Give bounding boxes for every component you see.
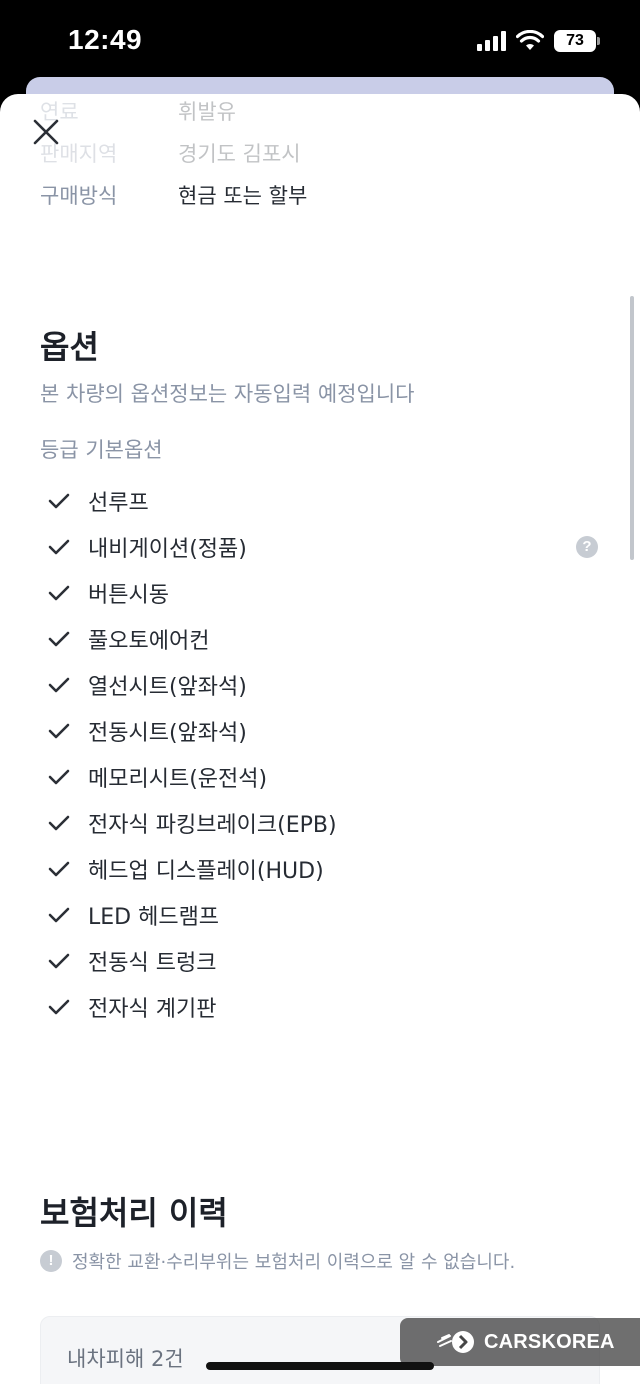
home-indicator[interactable] [206,1362,434,1370]
status-time: 12:49 [68,24,143,55]
cellular-signal-icon [477,31,506,51]
check-icon [48,585,70,601]
damage-count: 내차피해 2건 [67,1347,184,1371]
check-icon [48,999,70,1015]
info-value: 현금 또는 할부 [178,184,308,208]
info-row-purchase-method: 구매방식 현금 또는 할부 [40,180,307,210]
option-label: 열선시트(앞좌석) [88,675,247,700]
option-item: 선루프 [40,478,620,524]
info-icon: ! [40,1250,62,1272]
status-bar: 12:49 73 [0,0,640,84]
battery-icon: 73 [554,30,600,52]
info-row-fuel: 연료 휘발유 [40,96,236,126]
option-item: 열선시트(앞좌석) [40,662,620,708]
check-icon [48,631,70,647]
status-indicators: 73 [477,30,600,52]
option-item: 전동식 트렁크 [40,938,620,984]
option-item: 전자식 계기판 [40,984,620,1030]
check-icon [48,493,70,509]
option-label: 메모리시트(운전석) [88,767,268,792]
option-label: 전동시트(앞좌석) [88,721,247,746]
option-item: 풀오토에어컨 [40,616,620,662]
options-grade: 등급 기본옵션 [40,438,163,462]
insurance-notice: ! 정확한 교환·수리부위는 보험처리 이력으로 알 수 없습니다. [40,1248,515,1274]
option-item: 전동시트(앞좌석) [40,708,620,754]
check-icon [48,953,70,969]
option-item: 헤드업 디스플레이(HUD) [40,846,620,892]
check-icon [48,677,70,693]
check-icon [48,861,70,877]
option-label: 전동식 트렁크 [88,951,217,976]
options-title: 옵션 [40,328,99,366]
options-notice: 본 차량의 옵션정보는 자동입력 예정입니다 [40,382,415,406]
check-icon [48,769,70,785]
watermark-text: CARSKOREA [484,1330,615,1353]
option-label: 풀오토에어컨 [88,629,210,654]
option-label: 헤드업 디스플레이(HUD) [88,859,324,884]
option-item: 버튼시동 [40,570,620,616]
close-icon [33,119,59,145]
option-label: 내비게이션(정품) [88,537,247,562]
option-label: LED 헤드램프 [88,905,220,930]
option-list: 선루프내비게이션(정품)? 버튼시동풀오토에어컨열선시트(앞좌석) 전동시트(앞좌석… [40,478,620,1030]
info-value: 경기도 김포시 [178,142,301,166]
info-row-region: 판매지역 경기도 김포시 [40,138,301,168]
close-button[interactable] [30,116,62,148]
info-value: 휘발유 [178,100,236,124]
carskorea-logo-icon [437,1331,474,1353]
help-icon[interactable]: ? [576,536,598,558]
option-label: 선루프 [88,491,149,516]
insurance-title: 보험처리 이력 [40,1194,228,1232]
check-icon [48,723,70,739]
option-label: 전자식 파킹브레이크(EPB) [88,813,337,838]
wifi-icon [516,30,544,50]
insurance-notice-text: 정확한 교환·수리부위는 보험처리 이력으로 알 수 없습니다. [72,1252,516,1273]
option-item: 내비게이션(정품)? [40,524,620,570]
option-item: LED 헤드램프 [40,892,620,938]
option-item: 전자식 파킹브레이크(EPB) [40,800,620,846]
carskorea-watermark: CARSKOREA [400,1318,640,1366]
check-icon [48,907,70,923]
info-label: 구매방식 [40,184,118,208]
detail-sheet[interactable]: 연료 휘발유 판매지역 경기도 김포시 구매방식 현금 또는 할부 옵션 본 차… [0,94,640,1384]
option-label: 버튼시동 [88,583,169,608]
battery-level: 73 [554,30,596,52]
scrollbar[interactable] [630,296,634,560]
option-item: 메모리시트(운전석) [40,754,620,800]
check-icon [48,539,70,555]
check-icon [48,815,70,831]
option-label: 전자식 계기판 [88,997,217,1022]
